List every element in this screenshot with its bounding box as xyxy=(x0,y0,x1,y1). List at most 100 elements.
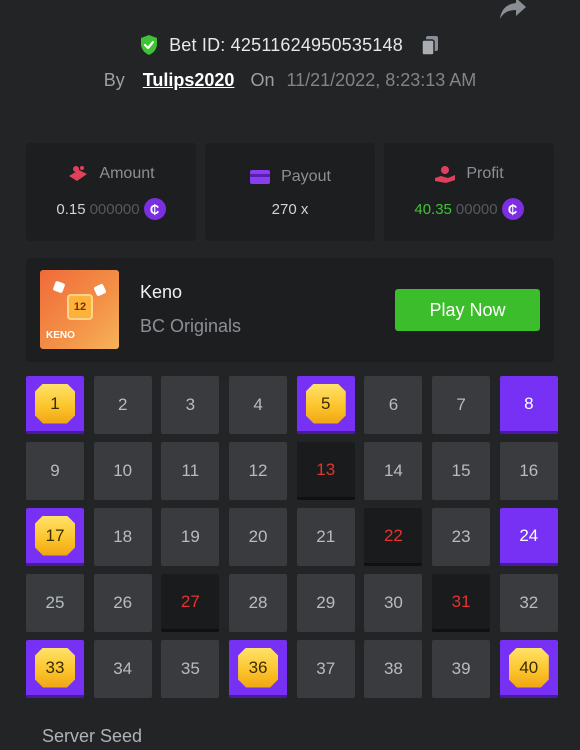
payout-card: Payout 270 x xyxy=(205,143,375,241)
amount-value-padding: 000000 xyxy=(89,200,140,218)
dice-icon xyxy=(52,280,66,294)
keno-cell: 40 xyxy=(499,640,558,698)
keno-cell-number: 6 xyxy=(388,395,399,414)
keno-cell-number: 33 xyxy=(45,657,65,677)
game-title: Keno xyxy=(140,282,183,302)
keno-cell: 18 xyxy=(93,508,152,566)
amount-icon xyxy=(69,166,88,181)
keno-cell-number: 18 xyxy=(113,527,133,546)
keno-cell-number: 27 xyxy=(180,591,200,611)
amount-label: Amount xyxy=(99,165,155,182)
keno-cell: 13 xyxy=(296,442,355,500)
keno-cell-number: 15 xyxy=(451,461,471,480)
share-icon[interactable] xyxy=(498,0,528,22)
coin-icon: ₵ xyxy=(143,198,166,220)
keno-cell: 19 xyxy=(161,508,220,566)
keno-cell-number: 14 xyxy=(383,461,403,480)
dice-icon xyxy=(93,283,107,297)
gem-icon: 5 xyxy=(305,383,346,424)
gem-icon: 40 xyxy=(508,647,549,688)
keno-cell: 16 xyxy=(499,442,558,500)
play-now-button[interactable]: Play Now xyxy=(395,289,540,331)
keno-cell: 23 xyxy=(432,508,491,566)
payout-label: Payout xyxy=(281,167,331,185)
profit-card: Profit 40.35 00000 ₵ xyxy=(384,143,554,241)
keno-thumbnail[interactable]: 12 KENO xyxy=(40,270,119,349)
stats-panel: Amount 0.15 000000 ₵ Payout 270 x Profit… xyxy=(26,143,554,241)
keno-cell-number: 24 xyxy=(519,525,539,545)
keno-cell-number: 34 xyxy=(113,659,133,678)
keno-cell-number: 32 xyxy=(519,593,539,612)
keno-cell: 6 xyxy=(364,376,423,434)
keno-cell-number: 11 xyxy=(181,461,200,480)
keno-cell: 11 xyxy=(161,442,220,500)
keno-cell: 25 xyxy=(26,574,84,632)
keno-cell: 10 xyxy=(93,442,152,500)
keno-cell: 26 xyxy=(93,574,152,632)
keno-cell-number: 39 xyxy=(451,659,471,678)
gem-icon: 36 xyxy=(238,647,279,688)
game-subtitle: BC Originals xyxy=(140,316,242,336)
bet-id-row: Bet ID: 42511624950535148 xyxy=(0,34,580,56)
keno-cell: 12 xyxy=(229,442,288,500)
keno-cell-number: 10 xyxy=(113,461,133,480)
keno-cell: 38 xyxy=(364,640,423,698)
keno-cell: 37 xyxy=(296,640,355,698)
keno-cell: 35 xyxy=(161,640,220,698)
profit-value-padding: 00000 xyxy=(455,200,498,218)
keno-cell-number: 2 xyxy=(117,395,128,414)
keno-cell-number: 37 xyxy=(316,659,336,678)
bet-detail-page: Bet ID: 42511624950535148 By Tulips2020 … xyxy=(0,0,580,750)
keno-cell: 21 xyxy=(296,508,355,566)
keno-cell: 7 xyxy=(432,376,491,434)
gem-icon: 17 xyxy=(35,515,75,556)
keno-cell: 8 xyxy=(499,376,558,434)
payout-wallet-icon xyxy=(250,169,271,184)
profit-hand-icon xyxy=(435,166,456,183)
keno-cell: 3 xyxy=(161,376,220,434)
keno-cell-number: 36 xyxy=(248,657,268,677)
keno-cell-number: 4 xyxy=(253,395,263,414)
by-label: By xyxy=(103,70,125,90)
keno-cell-number: 31 xyxy=(451,591,471,611)
bet-id: Bet ID: 42511624950535148 xyxy=(169,34,403,55)
amount-card: Amount 0.15 000000 ₵ xyxy=(26,143,196,241)
verified-shield-icon xyxy=(141,35,158,55)
keno-cell-number: 29 xyxy=(316,593,336,612)
keno-cell: 4 xyxy=(229,376,288,434)
keno-cell: 32 xyxy=(499,574,558,632)
on-label: On xyxy=(250,70,275,90)
keno-cell: 34 xyxy=(93,640,152,698)
keno-cell-number: 25 xyxy=(45,593,65,612)
keno-cell-number: 13 xyxy=(316,459,336,479)
keno-cell-number: 3 xyxy=(185,395,196,414)
keno-cell-number: 16 xyxy=(519,461,539,480)
copy-icon[interactable] xyxy=(419,34,441,56)
gem-icon: 1 xyxy=(35,383,75,424)
keno-cell-number: 23 xyxy=(451,527,471,546)
keno-cell-number: 12 xyxy=(248,461,268,480)
keno-cell-number: 21 xyxy=(316,527,336,546)
keno-cell: 33 xyxy=(26,640,84,698)
keno-number-grid: 1 2 3 4 5 6 7 8 9 10 11 12 13 14 15 16 17 18 19 20 21 22 23 24 2… xyxy=(26,376,558,698)
keno-cell: 14 xyxy=(364,442,423,500)
keno-cell-number: 1 xyxy=(50,393,60,413)
keno-cell: 9 xyxy=(26,442,84,500)
keno-cell-number: 30 xyxy=(383,593,403,612)
keno-cell-number: 19 xyxy=(180,527,200,546)
keno-cell: 27 xyxy=(161,574,220,632)
keno-cell-number: 35 xyxy=(180,659,200,678)
keno-cell-number: 8 xyxy=(524,393,534,413)
profit-label: Profit xyxy=(466,165,504,182)
keno-cell-number: 26 xyxy=(113,593,133,612)
bet-meta-row: By Tulips2020 On 11/21/2022, 8:23:13 AM xyxy=(0,70,580,91)
keno-cell-number: 28 xyxy=(248,593,268,612)
keno-cell: 15 xyxy=(432,442,491,500)
keno-cell: 36 xyxy=(229,640,288,698)
keno-cell: 20 xyxy=(229,508,288,566)
keno-cell: 5 xyxy=(296,376,355,434)
server-seed-label: Server Seed xyxy=(42,726,143,746)
username-link[interactable]: Tulips2020 xyxy=(143,70,235,91)
keno-cell: 2 xyxy=(93,376,152,434)
keno-cell: 24 xyxy=(499,508,558,566)
